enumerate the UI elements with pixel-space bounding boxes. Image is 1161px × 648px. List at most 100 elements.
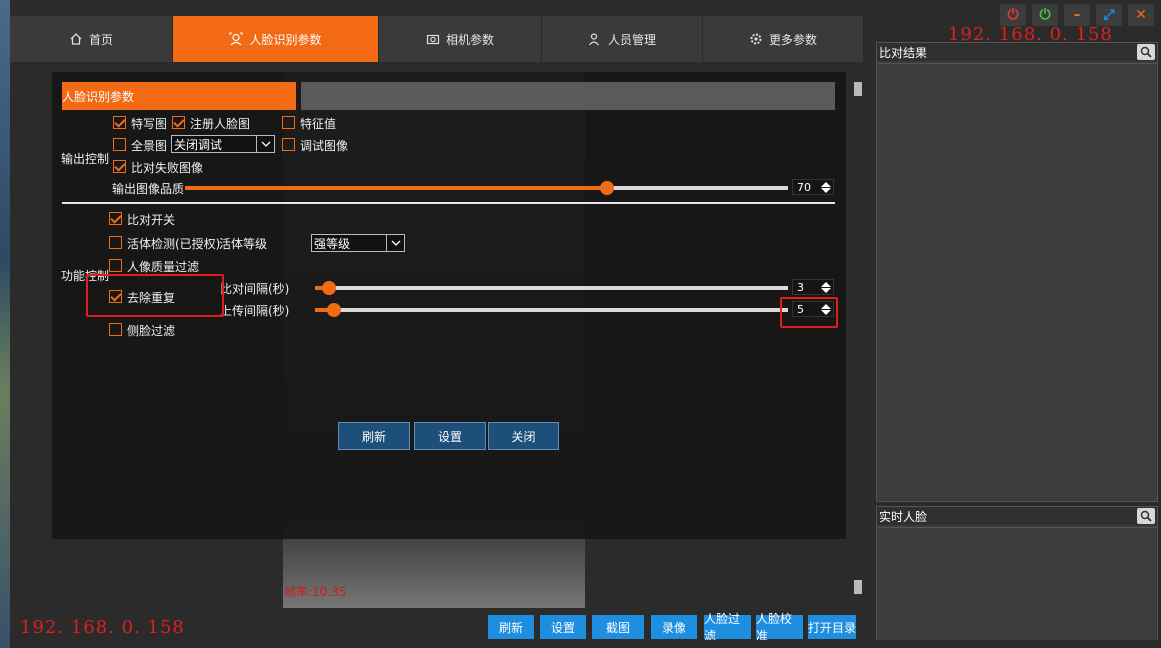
quality-filter-checkbox[interactable] <box>109 259 122 272</box>
panorama-label: 全景图 <box>131 139 168 153</box>
tab-home[interactable]: 首页 <box>10 16 173 62</box>
liveness-level-value: 强等级 <box>314 236 351 251</box>
liveness-checkbox[interactable] <box>109 236 122 249</box>
feature-label: 特征值 <box>300 117 337 131</box>
side-face-filter-label: 侧脸过滤 <box>127 324 176 338</box>
feature-checkbox[interactable] <box>282 116 295 129</box>
spin-arrows-icon[interactable] <box>821 180 831 194</box>
quality-value: 70 <box>797 180 811 194</box>
scrollbar-top[interactable] <box>854 82 862 96</box>
compare-interval-spinbox[interactable]: 3 <box>792 279 834 295</box>
compare-results-title: 比对结果 <box>879 45 928 60</box>
scrollbar-bottom[interactable] <box>854 580 862 594</box>
debug-mode-select[interactable]: 关闭调试 <box>171 135 275 153</box>
dialog-close-button[interactable]: 关闭 <box>488 422 559 450</box>
toolbar-refresh-button[interactable]: 刷新 <box>488 615 534 639</box>
realtime-face-title: 实时人脸 <box>879 509 928 524</box>
quality-slider[interactable] <box>185 181 788 195</box>
taskbar-strip <box>10 640 1161 648</box>
compare-interval-label: 比对间隔(秒) <box>220 282 290 296</box>
face-params-dialog: 人脸识别参数 输出控制 特写图 注册人脸图 特征值 全景图 关闭调试 调试图像 … <box>52 72 846 539</box>
window-controls: ⏻ ⏻ – ⤢ ✕ <box>1000 4 1154 26</box>
ip-address-bottom: 192. 168. 0. 158 <box>20 617 185 638</box>
close-icon: ✕ <box>1135 7 1147 23</box>
chevron-down-icon <box>256 136 274 152</box>
search-icon[interactable] <box>1137 44 1155 60</box>
top-navigation: 首页 人脸识别参数 相机参数 人员管理 更多参数 <box>10 16 864 62</box>
home-icon <box>70 33 82 45</box>
compare-switch-checkbox[interactable] <box>109 212 122 225</box>
minimize-button[interactable]: – <box>1064 4 1090 26</box>
fullscreen-icon: ⤢ <box>1103 7 1115 23</box>
tab-camera-params[interactable]: 相机参数 <box>379 16 542 62</box>
realtime-face-list <box>878 527 1156 641</box>
fail-image-checkbox[interactable] <box>113 160 126 173</box>
app-window: 首页 人脸识别参数 相机参数 人员管理 更多参数 ⏻ ⏻ – ⤢ ✕ 192. … <box>10 0 1161 648</box>
output-control-label: 输出控制 <box>61 152 110 166</box>
toolbar-face-calibrate-button[interactable]: 人脸校准 <box>756 612 803 643</box>
upload-interval-label: 上传间隔(秒) <box>220 304 290 318</box>
tab-personnel[interactable]: 人员管理 <box>542 16 703 62</box>
dialog-refresh-button[interactable]: 刷新 <box>338 422 410 450</box>
debug-image-label: 调试图像 <box>300 139 349 153</box>
panorama-checkbox[interactable] <box>113 138 126 151</box>
realtime-face-panel: 实时人脸 <box>876 506 1158 643</box>
toolbar-set-button[interactable]: 设置 <box>540 615 586 639</box>
camera-icon <box>426 34 440 45</box>
tab-camera-params-label: 相机参数 <box>445 32 494 47</box>
quality-slider-thumb[interactable] <box>600 181 615 195</box>
compare-results-panel: 比对结果 <box>876 42 1158 502</box>
tab-home-label: 首页 <box>88 32 113 47</box>
liveness-label: 活体检测(已授权) <box>127 237 221 251</box>
person-icon <box>589 33 599 46</box>
search-icon[interactable] <box>1137 508 1155 524</box>
quality-spinbox[interactable]: 70 <box>792 179 834 195</box>
power-icon: ⏻ <box>1007 7 1019 23</box>
status-button[interactable]: ⏻ <box>1032 4 1058 26</box>
debug-image-checkbox[interactable] <box>282 138 295 151</box>
tab-face-params[interactable]: 人脸识别参数 <box>173 16 379 62</box>
upload-interval-slider[interactable] <box>315 303 788 317</box>
debug-mode-value: 关闭调试 <box>174 137 223 152</box>
face-icon <box>229 32 243 46</box>
compare-switch-label: 比对开关 <box>127 213 176 227</box>
power-button[interactable]: ⏻ <box>1000 4 1026 26</box>
toolbar-screenshot-button[interactable]: 截图 <box>592 615 644 639</box>
liveness-level-label: 活体等级 <box>219 237 268 251</box>
side-face-filter-checkbox[interactable] <box>109 323 122 336</box>
fail-image-label: 比对失败图像 <box>131 161 204 175</box>
spin-arrows-icon[interactable] <box>821 280 831 294</box>
highlight-upload-interval <box>780 297 838 328</box>
minimize-icon: – <box>1073 7 1081 23</box>
compare-interval-slider[interactable] <box>315 281 788 295</box>
desktop-background <box>0 0 10 648</box>
upload-interval-thumb[interactable] <box>326 303 341 317</box>
status-icon: ⏻ <box>1039 7 1051 23</box>
close-button[interactable]: ✕ <box>1128 4 1154 26</box>
dialog-title: 人脸识别参数 <box>62 82 296 110</box>
section-divider <box>62 202 835 204</box>
compare-results-list <box>878 63 1156 500</box>
dialog-title-bar <box>301 82 835 110</box>
register-face-label: 注册人脸图 <box>190 117 251 131</box>
closeup-label: 特写图 <box>131 117 168 131</box>
closeup-checkbox[interactable] <box>113 116 126 129</box>
quality-filter-label: 人像质量过滤 <box>127 260 200 274</box>
quality-slider-fill <box>185 186 608 190</box>
compare-interval-value: 3 <box>797 280 804 294</box>
tab-more-params-label: 更多参数 <box>768 32 817 47</box>
liveness-level-select[interactable]: 强等级 <box>311 234 405 252</box>
toolbar-open-folder-button[interactable]: 打开目录 <box>808 615 856 639</box>
compare-interval-thumb[interactable] <box>322 281 337 295</box>
quality-label: 输出图像品质 <box>112 182 185 196</box>
dialog-set-button[interactable]: 设置 <box>414 422 486 450</box>
highlight-dedup <box>86 274 224 317</box>
tab-more-params[interactable]: 更多参数 <box>703 16 864 62</box>
chevron-down-icon <box>386 235 404 251</box>
toolbar-record-button[interactable]: 录像 <box>651 615 697 639</box>
frame-rate-text: 帧率:10.35 <box>284 585 347 599</box>
register-face-checkbox[interactable] <box>172 116 185 129</box>
toolbar-face-filter-button[interactable]: 人脸过滤 <box>704 612 751 643</box>
fullscreen-button[interactable]: ⤢ <box>1096 4 1122 26</box>
gear-icon <box>750 33 762 45</box>
